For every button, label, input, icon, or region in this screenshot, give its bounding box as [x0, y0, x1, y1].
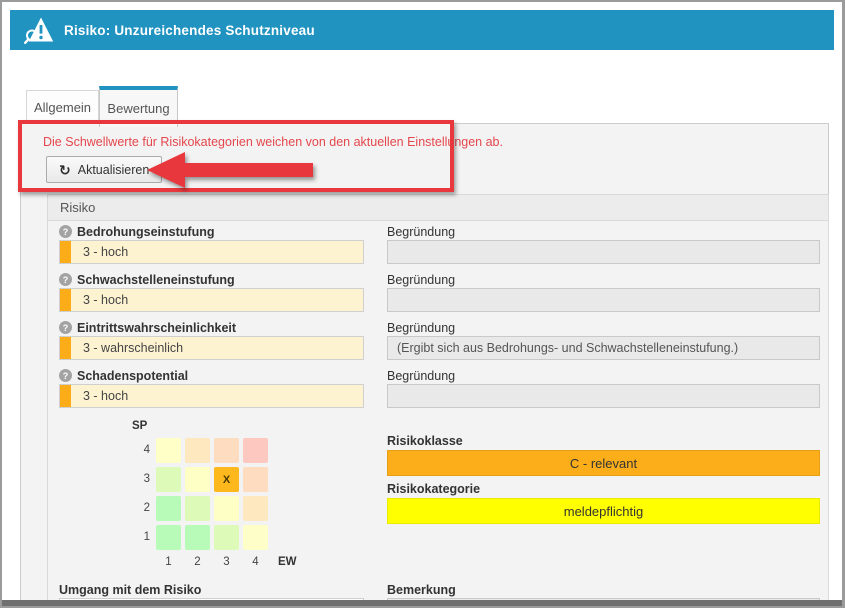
field-label: Schadenspotential — [77, 369, 188, 383]
help-icon[interactable]: ? — [59, 225, 72, 238]
reason-label: Begründung — [387, 367, 820, 384]
matrix-cell[interactable] — [156, 496, 181, 521]
field-row-bedrohungseinstufung: ? Bedrohungseinstufung 3 - hoch Begründu… — [59, 223, 828, 264]
aktualisieren-button[interactable]: ↻ Aktualisieren — [46, 156, 162, 183]
matrix-cell[interactable] — [185, 467, 210, 492]
matrix-row-label: 2 — [132, 496, 150, 521]
eintritt-begruendung-field: (Ergibt sich aus Bedrohungs- und Schwach… — [387, 336, 820, 360]
refresh-icon: ↻ — [59, 163, 71, 177]
eintrittswahrscheinlichkeit-select[interactable]: 3 - wahrscheinlich — [59, 336, 364, 360]
risk-matrix-block: SP 4321 X 1234 EW Risikoklasse C - relev… — [59, 415, 828, 581]
reason-label: Begründung — [387, 271, 820, 288]
matrix-col-label: 3 — [214, 556, 239, 568]
rating-color-bar — [60, 241, 71, 263]
matrix-row-label: 3 — [132, 467, 150, 492]
matrix-col-label: 2 — [185, 556, 210, 568]
rating-color-bar — [60, 289, 71, 311]
field-label: Bedrohungseinstufung — [77, 225, 215, 239]
matrix-cell[interactable] — [214, 525, 239, 550]
field-row-eintrittswahrscheinlichkeit: ? Eintrittswahrscheinlichkeit 3 - wahrsc… — [59, 319, 828, 360]
remark-label: Bemerkung — [387, 581, 820, 598]
tab-allgemein[interactable]: Allgemein — [26, 90, 99, 124]
titlebar: Risiko: Unzureichendes Schutzniveau — [10, 10, 834, 50]
app-window: Risiko: Unzureichendes Schutzniveau Allg… — [0, 0, 845, 608]
bedrohung-begruendung-input[interactable] — [387, 240, 820, 264]
matrix-cell[interactable] — [214, 438, 239, 463]
matrix-cell[interactable] — [243, 496, 268, 521]
threshold-warning-text: Die Schwellwerte für Risikokategorien we… — [43, 135, 503, 149]
matrix-cell[interactable] — [243, 438, 268, 463]
rating-color-bar — [60, 385, 71, 407]
risk-results: Risikoklasse C - relevant Risikokategori… — [387, 434, 820, 530]
group-title: Risiko — [48, 195, 828, 221]
matrix-row-label: 4 — [132, 438, 150, 463]
reason-label: Begründung — [387, 319, 820, 336]
matrix-x-axis-label: EW — [278, 556, 297, 568]
handling-label: Umgang mit dem Risiko — [59, 581, 364, 598]
matrix-cell[interactable] — [156, 438, 181, 463]
page-title: Risiko: Unzureichendes Schutzniveau — [64, 23, 315, 38]
tab-bewertung[interactable]: Bewertung — [99, 86, 178, 127]
matrix-grid: X — [156, 438, 268, 550]
schwachstellen-begruendung-input[interactable] — [387, 288, 820, 312]
risk-warning-search-icon — [24, 16, 54, 44]
rating-color-bar — [60, 337, 71, 359]
risk-category-label: Risikokategorie — [387, 482, 820, 498]
field-value: 3 - hoch — [71, 389, 128, 403]
matrix-cell[interactable] — [156, 467, 181, 492]
reason-label: Begründung — [387, 223, 820, 240]
field-value: 3 - wahrscheinlich — [71, 341, 183, 355]
risk-matrix: SP 4321 X 1234 EW — [132, 420, 297, 568]
help-icon[interactable]: ? — [59, 369, 72, 382]
matrix-cell[interactable] — [185, 525, 210, 550]
field-label: Schwachstelleneinstufung — [77, 273, 235, 287]
matrix-cell-selected[interactable]: X — [214, 467, 239, 492]
risiko-groupbox: Risiko ? Bedrohungseinstufung 3 - hoch B… — [47, 194, 829, 603]
window-bottom-edge — [2, 600, 842, 606]
risk-category-bar: meldepflichtig — [387, 498, 820, 524]
matrix-cell[interactable] — [185, 496, 210, 521]
matrix-col-label: 4 — [243, 556, 268, 568]
matrix-col-labels: 1234 EW — [156, 556, 297, 568]
risk-class-label: Risikoklasse — [387, 434, 820, 450]
aktualisieren-button-label: Aktualisieren — [78, 163, 150, 177]
field-value: 3 - hoch — [71, 293, 128, 307]
schadenspotential-begruendung-input[interactable] — [387, 384, 820, 408]
matrix-row-label: 1 — [132, 525, 150, 550]
field-row-schwachstelleneinstufung: ? Schwachstelleneinstufung 3 - hoch Begr… — [59, 271, 828, 312]
matrix-cell[interactable] — [214, 496, 239, 521]
schadenspotential-select[interactable]: 3 - hoch — [59, 384, 364, 408]
matrix-y-axis-label: SP — [132, 420, 297, 432]
matrix-cell[interactable] — [243, 525, 268, 550]
matrix-cell[interactable] — [185, 438, 210, 463]
field-value: 3 - hoch — [71, 245, 128, 259]
matrix-cell[interactable] — [156, 525, 181, 550]
schwachstellen-select[interactable]: 3 - hoch — [59, 288, 364, 312]
matrix-col-label: 1 — [156, 556, 181, 568]
risk-class-bar: C - relevant — [387, 450, 820, 476]
matrix-cell[interactable] — [243, 467, 268, 492]
help-icon[interactable]: ? — [59, 321, 72, 334]
matrix-row-labels: 4 3 2 1 — [132, 438, 150, 550]
field-label: Eintrittswahrscheinlichkeit — [77, 321, 236, 335]
help-icon[interactable]: ? — [59, 273, 72, 286]
bedrohungseinstufung-select[interactable]: 3 - hoch — [59, 240, 364, 264]
field-row-schadenspotential: ? Schadenspotential 3 - hoch Begründung — [59, 367, 828, 408]
